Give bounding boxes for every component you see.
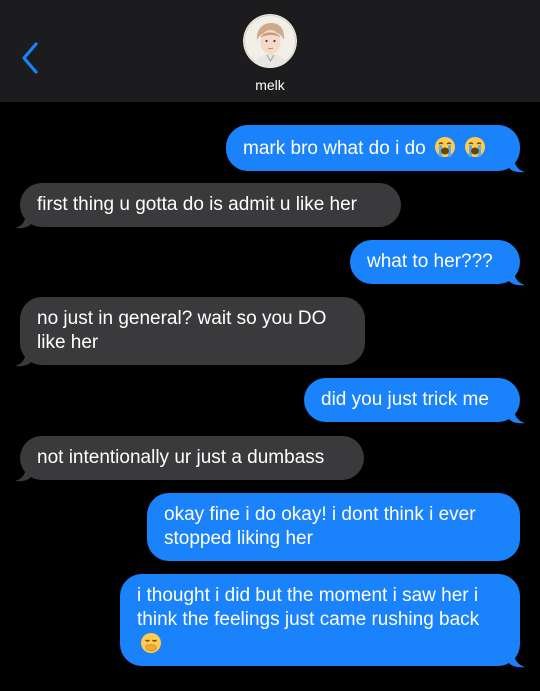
bubble-tail: [508, 157, 525, 173]
message-text: i thought i did but the moment i saw her…: [137, 585, 480, 630]
loudly-crying-face-icon: [434, 137, 455, 157]
message-bubble-outgoing[interactable]: did you just trick me: [304, 378, 520, 422]
bubble-tail: [15, 213, 32, 229]
bubble-tail: [15, 351, 32, 367]
message-text: mark bro what do i do: [243, 138, 426, 159]
message-bubble-incoming[interactable]: no just in general? wait so you DO like …: [20, 297, 365, 365]
message-text: okay fine i do okay! i dont think i ever…: [164, 504, 476, 549]
bubble-tail: [508, 270, 525, 286]
face-with-hand-over-mouth-icon: [141, 633, 161, 653]
chevron-left-icon: [22, 42, 38, 74]
bubble-tail: [15, 466, 32, 482]
message-text: what to her???: [367, 251, 493, 272]
loudly-crying-face-icon: [465, 137, 486, 157]
chat-header: melk: [0, 0, 540, 102]
message-text: first thing u gotta do is admit u like h…: [37, 194, 357, 215]
contact-avatar[interactable]: [243, 14, 297, 68]
message-bubble-outgoing[interactable]: okay fine i do okay! i dont think i ever…: [147, 493, 520, 561]
contact-name[interactable]: melk: [0, 77, 540, 93]
message-bubble-outgoing[interactable]: what to her???: [350, 240, 520, 284]
bubble-tail: [508, 408, 525, 424]
message-bubble-outgoing[interactable]: mark bro what do i do: [226, 125, 520, 171]
back-button[interactable]: [14, 38, 48, 78]
message-bubble-incoming[interactable]: not intentionally ur just a dumbass: [20, 436, 364, 480]
message-text: not intentionally ur just a dumbass: [37, 447, 325, 468]
message-bubble-outgoing[interactable]: i thought i did but the moment i saw her…: [120, 574, 520, 666]
avatar-image: [243, 14, 297, 68]
message-text: no just in general? wait so you DO like …: [37, 308, 327, 353]
message-text: did you just trick me: [321, 389, 489, 410]
bubble-tail: [508, 652, 525, 668]
message-bubble-incoming[interactable]: first thing u gotta do is admit u like h…: [20, 183, 401, 227]
